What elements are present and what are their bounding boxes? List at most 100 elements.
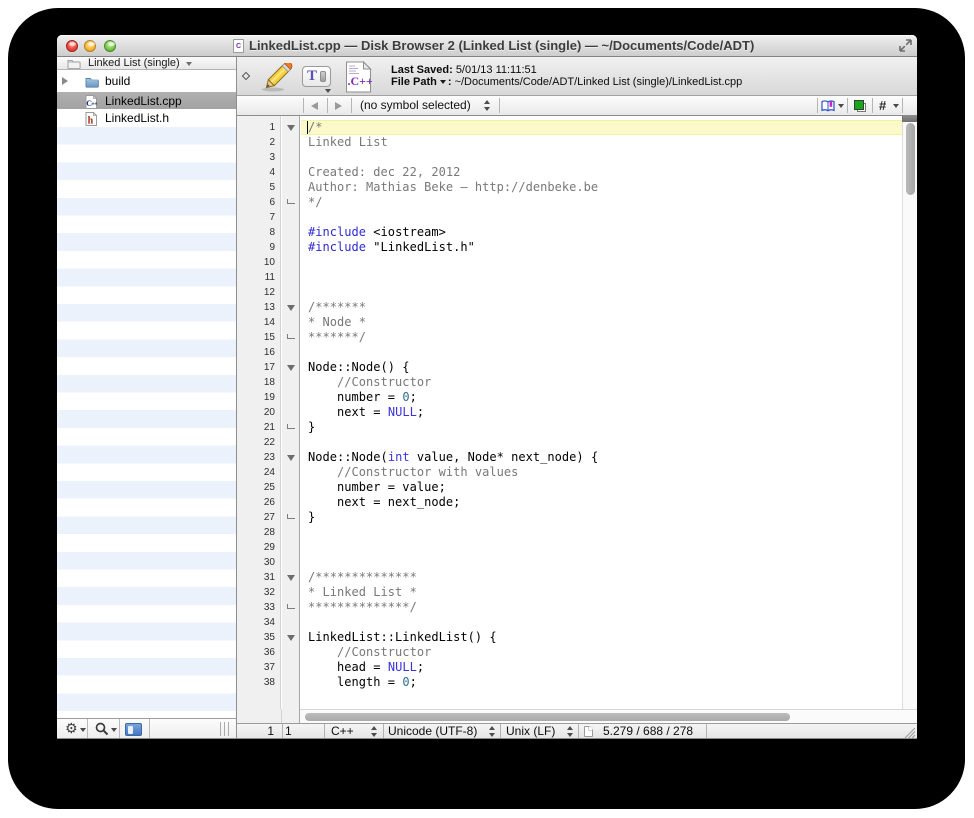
status-encoding-select[interactable]: Unicode (UTF-8) (388, 724, 477, 739)
fold-end-icon[interactable] (287, 604, 295, 609)
symbol-selector[interactable]: (no symbol selected) (360, 96, 471, 115)
hash-icon[interactable]: # (879, 96, 886, 115)
gear-dropdown-arrow-icon[interactable] (80, 728, 86, 732)
status-language-select[interactable]: C++ (331, 724, 354, 739)
search-dropdown-arrow-icon[interactable] (111, 728, 117, 732)
code-line[interactable]: * Node * (301, 315, 902, 330)
code-line[interactable]: /* (301, 120, 902, 135)
code-line[interactable] (301, 210, 902, 225)
code-line[interactable]: */ (301, 195, 902, 210)
code-line[interactable]: Author: Mathias Beke – http://denbeke.be (301, 180, 902, 195)
gear-icon[interactable]: ⚙ (65, 720, 78, 739)
fold-open-icon[interactable] (287, 575, 295, 581)
code-line[interactable]: * Linked List * (301, 585, 902, 600)
code-text[interactable]: /*Linked List Created: dec 22, 2012Author… (301, 116, 902, 709)
pencil-icon[interactable] (259, 63, 293, 93)
fold-open-icon[interactable] (287, 455, 295, 461)
code-line[interactable]: //Constructor (301, 375, 902, 390)
fold-open-icon[interactable] (287, 305, 295, 311)
code-line[interactable]: Created: dec 22, 2012 (301, 165, 902, 180)
file-tree-item[interactable]: C++LinkedList.cpp (57, 92, 236, 109)
code-line[interactable]: head = NULL; (301, 660, 902, 675)
code-line[interactable]: } (301, 510, 902, 525)
fold-end-icon[interactable] (287, 334, 295, 339)
code-line[interactable]: /************** (301, 570, 902, 585)
text-format-dropdown-arrow-icon[interactable] (325, 89, 331, 93)
code-line[interactable]: LinkedList::LinkedList() { (301, 630, 902, 645)
editor-split-handle[interactable] (902, 116, 917, 122)
close-button[interactable] (66, 40, 78, 52)
code-line[interactable]: //Constructor (301, 645, 902, 660)
text-format-T-glyph: T (307, 67, 317, 86)
language-stepper-icon[interactable] (371, 726, 378, 737)
code-line[interactable] (301, 540, 902, 555)
code-line[interactable]: *******/ (301, 330, 902, 345)
text-format-button[interactable]: T (302, 66, 331, 87)
code-line[interactable] (301, 285, 902, 300)
fold-end-icon[interactable] (287, 199, 295, 204)
line-endings-stepper-icon[interactable] (567, 726, 574, 737)
code-line[interactable]: number = 0; (301, 390, 902, 405)
diamond-icon[interactable] (242, 72, 250, 80)
code-line[interactable] (301, 150, 902, 165)
splitter-drag-handle[interactable] (220, 722, 232, 736)
code-line[interactable] (301, 525, 902, 540)
code-line[interactable]: next = next_node; (301, 495, 902, 510)
title-bar[interactable]: C LinkedList.cpp — Disk Browser 2 (Linke… (57, 35, 917, 57)
forward-arrow-icon[interactable] (335, 102, 342, 110)
code-line[interactable]: length = 0; (301, 675, 902, 690)
minimize-button[interactable] (84, 40, 96, 52)
horizontal-scrollbar-thumb[interactable] (305, 713, 790, 722)
document-proxy-icon[interactable]: C (233, 39, 244, 53)
book-dropdown-arrow-icon[interactable] (838, 104, 844, 108)
fold-end-icon[interactable] (287, 424, 295, 429)
code-line[interactable] (301, 270, 902, 285)
disclosure-triangle-icon[interactable] (62, 77, 68, 85)
code-line[interactable]: //Constructor with values (301, 465, 902, 480)
cpp-document-icon[interactable]: .C++ (345, 61, 372, 93)
color-swatch-icon[interactable] (854, 100, 866, 112)
code-line[interactable] (301, 555, 902, 570)
code-line[interactable]: Linked List (301, 135, 902, 150)
code-line[interactable] (301, 345, 902, 360)
fullscreen-icon[interactable] (899, 39, 912, 52)
code-line[interactable] (301, 255, 902, 270)
code-line[interactable]: /******* (301, 300, 902, 315)
code-line[interactable] (301, 435, 902, 450)
file-tree-item[interactable]: hLinkedList.h (57, 109, 236, 127)
back-arrow-icon[interactable] (311, 102, 318, 110)
status-line-endings-select[interactable]: Unix (LF) (506, 724, 555, 739)
zoom-button[interactable] (104, 40, 116, 52)
encoding-stepper-icon[interactable] (489, 726, 496, 737)
search-icon[interactable] (95, 722, 109, 736)
sidebar-toggle-icon[interactable] (125, 723, 142, 736)
vertical-scrollbar[interactable] (902, 116, 917, 709)
fold-end-icon[interactable] (287, 514, 295, 519)
file-path-dropdown-arrow-icon[interactable] (440, 80, 446, 84)
symbol-stepper-icon[interactable] (484, 100, 491, 111)
fold-open-icon[interactable] (287, 635, 295, 641)
code-line[interactable]: #include <iostream> (301, 225, 902, 240)
fold-open-icon[interactable] (287, 365, 295, 371)
documentation-book-icon[interactable] (821, 100, 835, 112)
line-number: 17 (239, 360, 275, 375)
code-line[interactable]: number = value; (301, 480, 902, 495)
file-tree-item[interactable]: build (57, 70, 236, 92)
fold-open-icon[interactable] (287, 125, 295, 131)
resize-grip-icon[interactable] (903, 726, 915, 738)
app-window: C LinkedList.cpp — Disk Browser 2 (Linke… (57, 35, 917, 739)
horizontal-scrollbar[interactable] (300, 709, 917, 723)
code-line[interactable]: } (301, 420, 902, 435)
line-number: 5 (239, 180, 275, 195)
sidebar-header[interactable]: Linked List (single) (57, 57, 236, 70)
vertical-scrollbar-thumb[interactable] (906, 123, 916, 195)
code-line[interactable] (301, 615, 902, 630)
status-divider (383, 724, 384, 739)
code-editor[interactable]: 1234567891011121314151617181920212223242… (237, 116, 917, 709)
code-line[interactable]: Node::Node() { (301, 360, 902, 375)
code-line[interactable]: **************/ (301, 600, 902, 615)
code-line[interactable]: Node::Node(int value, Node* next_node) { (301, 450, 902, 465)
code-line[interactable]: next = NULL; (301, 405, 902, 420)
code-line[interactable]: #include "LinkedList.h" (301, 240, 902, 255)
hash-dropdown-arrow-icon[interactable] (893, 104, 899, 108)
